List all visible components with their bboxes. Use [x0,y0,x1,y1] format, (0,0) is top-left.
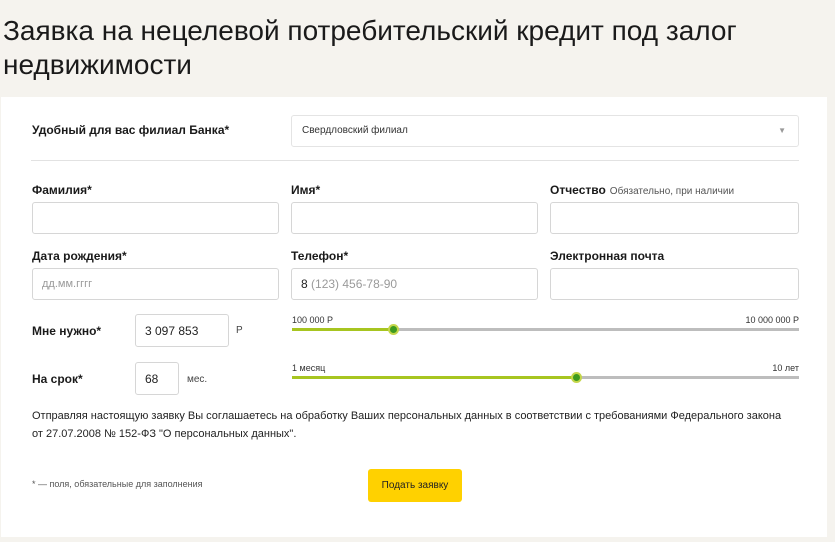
amount-slider-fill [292,328,394,331]
amount-input[interactable] [135,314,229,347]
amount-max-label: 10 000 000 Р [745,315,799,325]
surname-label: Фамилия* [32,183,92,197]
term-max-label: 10 лет [772,363,799,373]
phone-input[interactable]: 8 (123) 456-78-90 [291,268,538,300]
birthdate-placeholder: дд.мм.гггг [42,278,93,290]
phone-placeholder: (123) 456-78-90 [311,277,398,291]
term-slider[interactable] [292,372,799,383]
name-label: Имя* [291,183,321,197]
term-slider-handle[interactable] [570,372,582,383]
amount-min-label: 100 000 Р [292,315,334,325]
page-title: Заявка на нецелевой потребительский кред… [3,15,737,80]
chevron-down-icon: ▼ [778,126,786,135]
amount-label: Мне нужно* [32,324,102,338]
email-label: Электронная почта [550,249,665,263]
branch-select-value: Свердловский филиал [302,125,408,136]
consent-text: Отправляя настоящую заявку Вы соглашаете… [32,410,782,440]
term-input[interactable] [135,362,179,395]
branch-select[interactable]: Свердловский филиал ▼ [291,115,799,147]
term-min-label: 1 месяц [292,363,326,373]
term-unit: мес. [187,374,208,385]
patronymic-label: Отчество Обязательно, при наличии [550,183,734,197]
required-footnote: * — поля, обязательные для заполнения [32,479,203,489]
email-input[interactable] [550,268,799,300]
branch-label: Удобный для вас филиал Банка* [32,123,230,137]
term-label: На срок* [32,372,83,386]
amount-slider-handle[interactable] [388,324,400,335]
birthdate-label: Дата рождения* [32,249,127,263]
surname-input[interactable] [32,202,279,234]
birthdate-input[interactable]: дд.мм.гггг [32,268,279,300]
phone-prefix: 8 [301,277,308,291]
submit-button[interactable]: Подать заявку [368,469,462,502]
patronymic-input[interactable] [550,202,799,234]
amount-unit: Р [236,325,243,336]
phone-label: Телефон* [291,249,349,263]
name-input[interactable] [291,202,538,234]
patronymic-hint: Обязательно, при наличии [609,186,735,197]
amount-slider[interactable] [292,324,799,335]
patronymic-label-text: Отчество [550,183,606,197]
application-form: Удобный для вас филиал Банка* Свердловск… [1,97,827,537]
divider [31,160,799,161]
term-slider-fill [292,376,576,379]
